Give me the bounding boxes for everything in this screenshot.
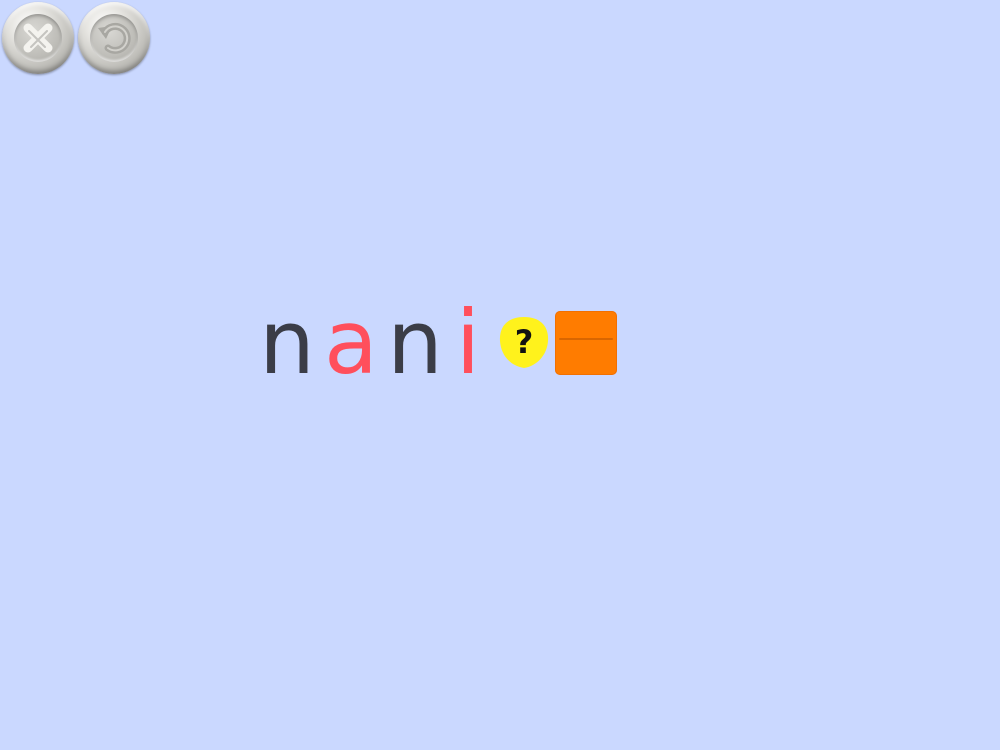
answer-slot-line	[559, 338, 613, 340]
answer-slot[interactable]	[555, 311, 617, 375]
undo-button[interactable]	[78, 2, 150, 74]
undo-icon	[98, 22, 131, 54]
puzzle-letter: a	[324, 291, 378, 394]
puzzle-letter: i	[455, 291, 481, 394]
puzzle-letter: n	[387, 291, 443, 394]
close-icon	[23, 23, 53, 53]
close-button[interactable]	[2, 2, 74, 74]
toolbar	[2, 2, 150, 74]
puzzle-letter: n	[259, 291, 315, 394]
hint-symbol: ?	[514, 323, 534, 361]
puzzle-word: n a n i ?	[255, 298, 617, 388]
hint-button[interactable]: ?	[497, 314, 551, 372]
